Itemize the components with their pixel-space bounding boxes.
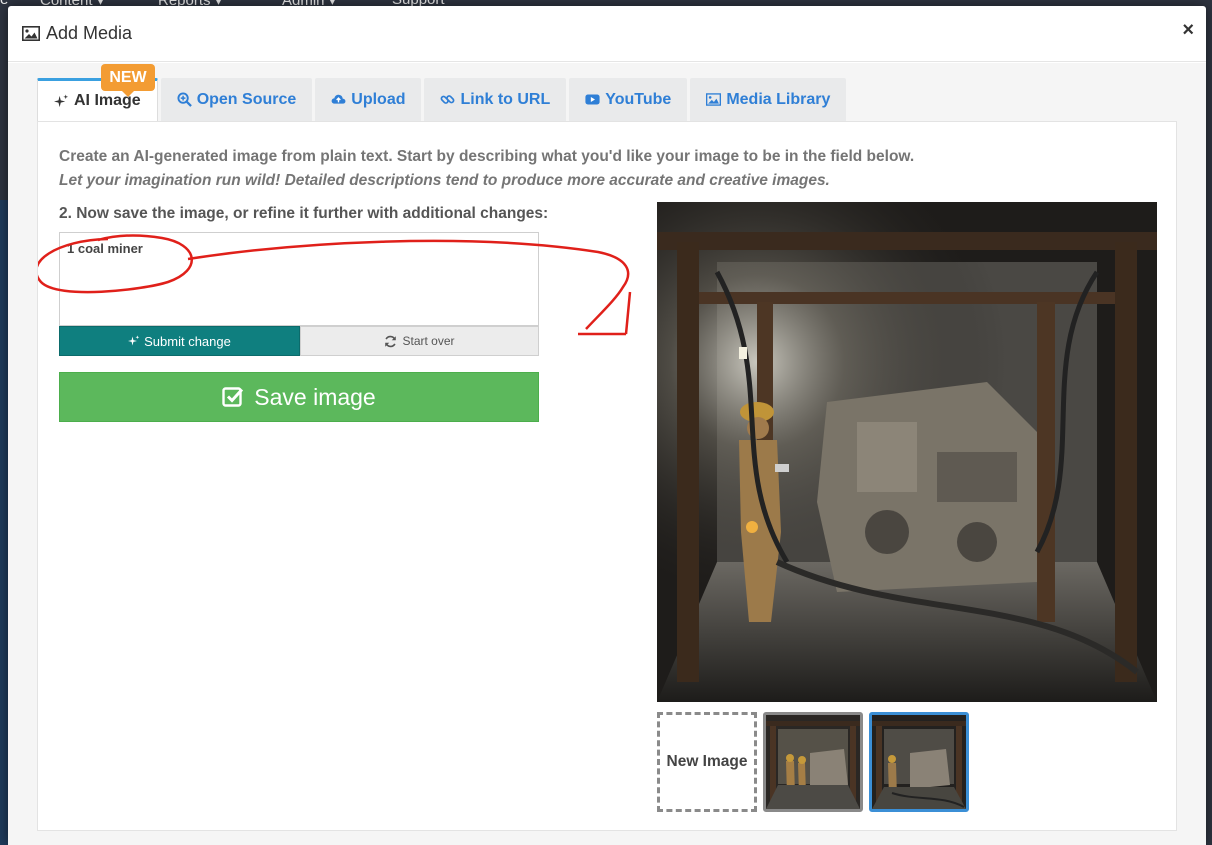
image-thumbnail-selected[interactable]: [869, 712, 969, 812]
thumbnail-image: [766, 715, 860, 809]
tab-label: Link to URL: [460, 90, 551, 108]
link-icon: [441, 95, 455, 104]
image-icon: [22, 26, 40, 41]
close-button[interactable]: ×: [1182, 19, 1194, 42]
generated-image: [657, 202, 1157, 702]
tab-media-library[interactable]: Media Library: [690, 78, 847, 121]
modal-title: Add Media: [22, 23, 132, 44]
modal-body: NEW AI Image Open Source Upload Link to …: [8, 63, 1206, 845]
add-media-modal: Add Media × NEW AI Image Open Source Upl…: [8, 6, 1206, 845]
background-sidebar: [0, 200, 8, 845]
start-over-button[interactable]: Start over: [300, 326, 539, 356]
refresh-icon: [385, 335, 397, 347]
tab-label: Open Source: [196, 90, 297, 108]
step-label: 2. Now save the image, or refine it furt…: [59, 205, 549, 222]
save-image-button[interactable]: Save image: [59, 372, 539, 422]
new-image-button[interactable]: New Image: [657, 712, 757, 812]
media-tabs: NEW AI Image Open Source Upload Link to …: [37, 64, 849, 121]
cloud-upload-icon: [331, 94, 346, 104]
sparkle-icon: [128, 335, 140, 346]
tab-label: YouTube: [605, 90, 672, 108]
save-image-label: Save image: [254, 383, 376, 410]
tab-youtube[interactable]: YouTube: [569, 78, 688, 121]
submit-change-button[interactable]: Submit change: [59, 326, 300, 356]
start-over-label: Start over: [402, 334, 455, 348]
modal-header: Add Media ×: [8, 6, 1206, 62]
image-thumbnail[interactable]: [763, 712, 863, 812]
sparkle-icon: [54, 93, 69, 107]
intro-text: Create an AI-generated image from plain …: [59, 148, 915, 165]
ai-image-panel: Create an AI-generated image from plain …: [37, 121, 1177, 831]
tab-label: Upload: [351, 90, 406, 108]
tab-link-to-url[interactable]: Link to URL: [424, 78, 567, 121]
annotation-arrow-head: [578, 291, 632, 336]
youtube-icon: [585, 94, 600, 105]
thumbnail-strip: New Image: [657, 712, 969, 812]
intro-hint-text: Let your imagination run wild! Detailed …: [59, 172, 830, 189]
tab-upload[interactable]: Upload: [315, 78, 422, 121]
check-square-icon: [222, 387, 244, 407]
prompt-textarea[interactable]: 1 coal miner: [59, 232, 539, 326]
tab-open-source[interactable]: Open Source: [160, 78, 313, 121]
submit-change-label: Submit change: [144, 333, 231, 349]
modal-title-text: Add Media: [46, 23, 133, 43]
tab-ai-image[interactable]: NEW AI Image: [37, 64, 158, 121]
search-plus-icon: [177, 92, 192, 107]
new-badge: NEW: [101, 64, 155, 97]
image-icon: [706, 93, 722, 106]
thumbnail-image: [872, 715, 966, 809]
tab-label: Media Library: [726, 90, 831, 108]
